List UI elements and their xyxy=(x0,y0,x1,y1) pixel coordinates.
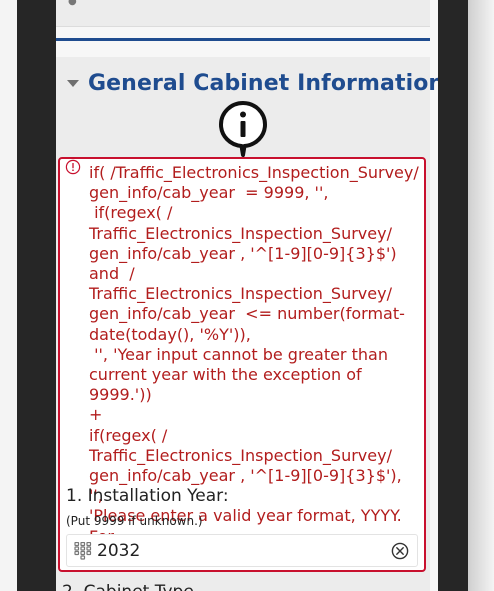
device-shadow xyxy=(468,0,494,591)
survey-form: ● General Cabinet Information if( /Traff… xyxy=(56,0,438,591)
caret-down-icon[interactable] xyxy=(67,79,79,87)
info-icon[interactable] xyxy=(218,100,268,158)
numeric-keypad-icon xyxy=(74,542,92,560)
previous-item-icon: ● xyxy=(68,0,77,7)
question-label: 1. Installation Year: xyxy=(66,486,229,506)
installation-year-input[interactable] xyxy=(97,539,377,563)
error-icon xyxy=(65,159,81,175)
constraint-error-message: if( /Traffic_Electronics_Inspection_Surv… xyxy=(89,163,419,566)
section-header-general-cabinet[interactable]: General Cabinet Information xyxy=(56,66,438,100)
section-title: General Cabinet Information xyxy=(88,70,438,96)
clear-icon[interactable] xyxy=(391,542,409,560)
device-bezel-left xyxy=(17,0,56,591)
installation-year-question: if( /Traffic_Electronics_Inspection_Surv… xyxy=(58,157,426,572)
section-divider xyxy=(56,38,430,41)
installation-year-field[interactable] xyxy=(66,534,418,567)
device-bezel-right xyxy=(438,0,468,591)
previous-group-card: ● xyxy=(56,0,430,27)
next-question-label: 2. Cabinet Type xyxy=(62,582,194,591)
question-hint: (Put 9999 if unknown.) xyxy=(66,514,203,528)
